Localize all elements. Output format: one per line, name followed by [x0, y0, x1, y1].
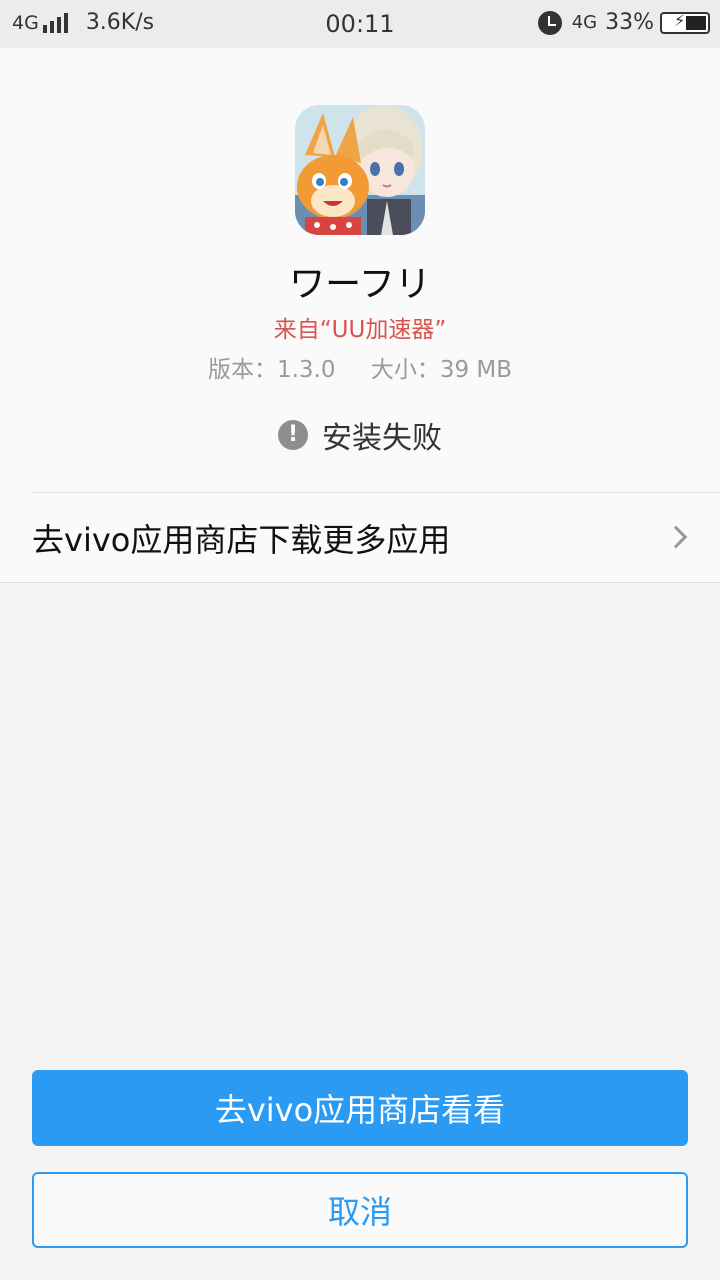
network-type-right: 4G: [571, 12, 598, 33]
cancel-button[interactable]: 取消: [32, 1172, 688, 1248]
install-status-text: 安装失败: [322, 421, 442, 456]
battery-percent: 33%: [605, 10, 654, 35]
battery-icon: ⚡: [660, 11, 710, 34]
app-version: 版本：1.3.0: [207, 357, 336, 383]
go-to-store-button[interactable]: 去vivo应用商店看看: [32, 1070, 688, 1146]
app-meta: 版本：1.3.0 大小：39 MB: [0, 350, 720, 384]
store-link-label: 去vivo应用商店下载更多应用: [32, 521, 451, 559]
warning-icon: !: [278, 420, 308, 450]
status-right: 4G 33% ⚡: [537, 10, 710, 35]
app-icon: [295, 105, 425, 235]
status-bar: 4G 3.6K/s 00:11 4G 33% ⚡: [0, 0, 720, 48]
app-name: ワーフリ: [289, 264, 431, 305]
divider-bottom: [0, 582, 720, 583]
install-status: ! 安装失败: [0, 413, 720, 457]
store-link-row[interactable]: 去vivo应用商店下载更多应用: [0, 493, 720, 583]
app-source: 来自“UU加速器”: [273, 317, 447, 343]
alarm-icon: [537, 10, 562, 35]
chevron-right-icon: [664, 525, 688, 549]
app-info-card: ワーフリ 来自“UU加速器” 版本：1.3.0 大小：39 MB ! 安装失败 …: [0, 48, 720, 583]
app-size: 大小：39 MB: [370, 357, 513, 383]
